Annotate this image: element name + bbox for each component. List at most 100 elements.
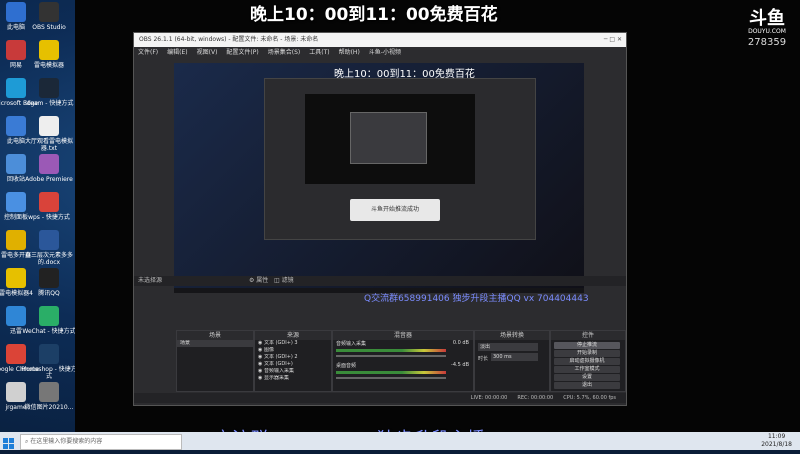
volume-slider[interactable] [336, 355, 446, 357]
preview-overlay-title: 晚上10：00到11：00免费百花 [334, 69, 475, 80]
control-button[interactable]: 停止推流 [554, 342, 620, 349]
duration-label: 时长 [478, 356, 489, 362]
douyu-logo: 斗鱼 DOUYU.COM 278359 [742, 10, 792, 50]
app-icon [39, 154, 59, 174]
source-list: ◉ 文本 (GDI+) 3 ◉ 图像 ◉ 文本 (GDI+) 2 ◉ 文本 (GDI+… [255, 340, 331, 382]
source-item[interactable]: ◉ 文本 (GDI+) [255, 361, 331, 368]
app-icon [39, 192, 59, 212]
desktop-icon-label: steam - 快捷方式 [24, 100, 74, 107]
app-icon [39, 116, 59, 136]
desktop-icon-label: 雷电模拟器 [33, 62, 64, 69]
source-item[interactable]: ◉ 图像 [255, 347, 331, 354]
taskbar-search-placeholder: 在这里输入你要搜索的内容 [30, 438, 103, 445]
desktop-icon[interactable]: OBS Studio [19, 2, 79, 31]
mixer-channel-db: 0.0 dB [452, 340, 469, 346]
volume-meter [336, 349, 446, 352]
desktop-icon[interactable]: 直三层次元素多多的.docx [19, 230, 79, 266]
scene-item[interactable]: 场景 [177, 340, 253, 347]
app-icon [39, 268, 59, 288]
taskbar-search-box[interactable]: ⌕ 在这里输入你要搜索的内容 [20, 434, 182, 450]
preview-nested-obs: 斗鱼开始推流成功 [264, 78, 536, 240]
desktop-icon[interactable]: WeChat - 快捷方式 [19, 306, 79, 335]
source-item-label: 文本 (GDI+) 3 [263, 340, 298, 346]
menu-item[interactable]: 编辑(E) [167, 49, 187, 56]
obs-preview[interactable]: 斗鱼开始推流成功 晚上10：00到11：00免费百花 Q交流群658991406… [174, 63, 589, 304]
desktop-icon[interactable]: 雷电模拟器 [19, 40, 79, 69]
control-button[interactable]: 开始录制 [554, 350, 620, 357]
control-button[interactable]: 工作室模式 [554, 366, 620, 373]
obs-menu-bar: 文件(F) 编辑(E) 视图(V) 配置文件(P) 场景集合(S) 工具(T) 帮助(H) 斗… [134, 47, 626, 58]
desktop-icon-label: wps - 快捷方式 [28, 214, 70, 221]
control-button[interactable]: 退出 [554, 382, 620, 389]
mixer-channel-db: -4.5 dB [451, 362, 469, 368]
taskbar: ⌕ 在这里输入你要搜索的内容 11:09 2021/8/18 [0, 432, 800, 450]
taskbar-clock[interactable]: 11:09 2021/8/18 [761, 433, 792, 449]
windows-start-icon[interactable] [3, 435, 15, 449]
menu-item[interactable]: 斗鱼-小视频 [369, 49, 401, 56]
obs-status-bar: LIVE: 00:00:00 REC: 00:00:00 CPU: 5.7%, 60… [134, 393, 626, 403]
source-item-label: 文本 (GDI+) [263, 361, 293, 367]
desktop-icon-label: WeChat - 快捷方式 [22, 328, 76, 335]
app-icon [39, 230, 59, 250]
app-icon [39, 78, 59, 98]
duration-field[interactable]: 300 ms [491, 353, 538, 361]
app-icon [39, 2, 59, 22]
menu-item[interactable]: 场景集合(S) [268, 49, 301, 56]
menu-item[interactable]: 视图(V) [197, 49, 218, 56]
scenes-panel: 场景 场景 [176, 330, 254, 392]
app-icon [39, 40, 59, 60]
source-item[interactable]: ◉ 显示器采集 [255, 375, 331, 382]
menu-item[interactable]: 配置文件(P) [226, 49, 258, 56]
desktop-icon[interactable]: Adobe Premiere [19, 154, 79, 183]
scene-item-label: 场景 [180, 340, 191, 346]
properties-button[interactable]: ⚙ 属性 [249, 276, 268, 286]
controls-panel: 控件 停止推流 开始录制 启动虚拟摄像机 工作室模式 设置 退出 [550, 330, 626, 392]
control-button[interactable]: 启动虚拟摄像机 [554, 358, 620, 365]
obs-window: OBS 26.1.1 (64-bit, windows) - 配置文件: 未命名… [133, 32, 627, 406]
desktop-icon[interactable]: 大厅观看雷电模拟器.txt [19, 116, 79, 152]
source-item[interactable]: ◉ 文本 (GDI+) 3 [255, 340, 331, 347]
desktop-icon-label: 直三层次元素多多的.docx [24, 252, 73, 266]
volume-slider[interactable] [336, 377, 446, 379]
desktop-icon-label: 腾讯QQ [38, 290, 60, 297]
menu-item[interactable]: 工具(T) [309, 49, 329, 56]
mixer-channel-name: 音频输入采集 [336, 341, 367, 347]
mixer-channel-name: 桌面音频 [336, 363, 357, 369]
window-controls[interactable]: ─ □ ✕ [604, 33, 622, 47]
controls-header: 控件 [551, 331, 625, 340]
mixer-header: 混音器 [333, 331, 473, 340]
volume-meter [336, 371, 446, 374]
preview-nested-capture [305, 94, 475, 184]
desktop-icon[interactable]: 腾讯QQ [19, 268, 79, 297]
stream-success-popup: 斗鱼开始推流成功 [350, 199, 440, 221]
source-item[interactable]: ◉ 音频输入采集 [255, 368, 331, 375]
app-icon [39, 382, 59, 402]
desktop-icon[interactable]: 微信图片20210... [19, 382, 79, 411]
transition-select[interactable]: 淡出 [478, 343, 538, 351]
desktop-icon[interactable]: Photoshop - 快捷方式 [19, 344, 79, 380]
scenes-header: 场景 [177, 331, 253, 340]
transitions-panel: 场景转换 淡出 时长 300 ms [474, 330, 550, 392]
preview-nested-window [350, 112, 427, 164]
desktop-icon[interactable]: wps - 快捷方式 [19, 192, 79, 221]
menu-item[interactable]: 帮助(H) [339, 49, 360, 56]
mixer-list: 音频输入采集 0.0 dB 桌面音频 -4.5 dB [333, 340, 473, 384]
room-number: 278359 [747, 37, 787, 48]
filters-button[interactable]: ◫ 滤镜 [274, 276, 294, 286]
search-icon: ⌕ [25, 438, 29, 445]
source-item[interactable]: ◉ 文本 (GDI+) 2 [255, 354, 331, 361]
source-item-label: 音频输入采集 [263, 368, 294, 374]
control-button[interactable]: 设置 [554, 374, 620, 381]
transitions-header: 场景转换 [475, 331, 549, 340]
app-icon [39, 306, 59, 326]
status-item: LIVE: 00:00:00 [470, 395, 508, 401]
desktop-icon-label: Photoshop - 快捷方式 [21, 366, 77, 380]
desktop-icon-label: OBS Studio [32, 24, 66, 31]
desktop-icon[interactable]: steam - 快捷方式 [19, 78, 79, 107]
obs-title-text: OBS 26.1.1 (64-bit, windows) - 配置文件: 未命名… [139, 36, 319, 43]
taskbar-time: 11:09 [767, 433, 786, 440]
menu-item[interactable]: 文件(F) [138, 49, 158, 56]
properties-button-label: 属性 [256, 277, 269, 284]
sources-header: 来源 [255, 331, 331, 340]
source-item-label: 图像 [263, 347, 274, 353]
